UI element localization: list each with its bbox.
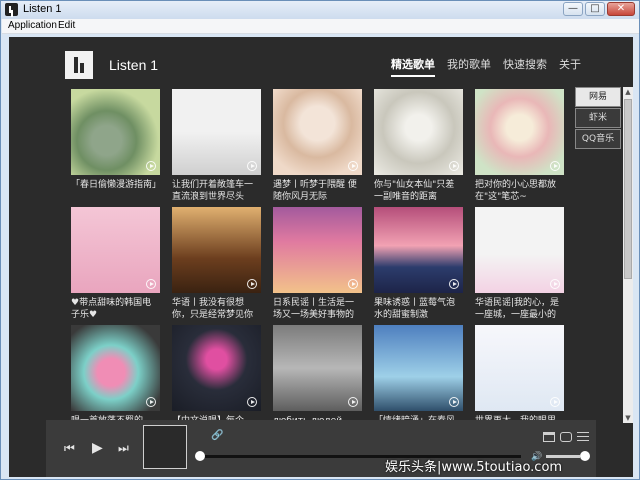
progress-knob[interactable] [195,451,205,461]
source-netease[interactable]: 网易 [575,87,621,107]
loop-icon[interactable] [560,432,572,442]
menu-bar: Application Edit [2,19,639,34]
playlist-icon[interactable] [577,432,589,442]
play-icon[interactable] [247,397,257,407]
play-icon[interactable] [146,161,156,171]
play-icon[interactable] [550,279,560,289]
app-title: Listen 1 [109,57,159,73]
tab-about[interactable]: 关于 [559,56,581,72]
app-header: Listen 1 精选歌单 我的歌单 快速搜索 关于 [9,37,633,87]
title-bar[interactable]: Listen 1 — □ ✕ [1,1,639,19]
playlist-card[interactable]: 果味诱惑丨蓝莓气泡水的甜蜜制激 [374,207,463,321]
scrollbar[interactable]: ▲ ▼ [623,87,633,423]
playlist-card[interactable]: любить людей [273,325,362,423]
app-window: Listen 1 — □ ✕ Application Edit Listen 1… [0,0,640,480]
window-controls: — □ ✕ [563,2,635,16]
source-selector: 网易 虾米 QQ音乐 [575,87,621,150]
play-icon[interactable] [449,279,459,289]
next-icon[interactable]: ⏭ [118,442,129,454]
play-icon[interactable] [348,161,358,171]
playlist-card[interactable]: 【中文说唱】每个 [172,325,261,423]
playlist-cover[interactable] [71,89,160,175]
watermark-text: 娱乐头条|www.5toutiao.com [385,460,563,475]
window-title: Listen 1 [23,3,62,15]
folder-icon[interactable] [543,432,555,442]
maximize-button[interactable]: □ [585,2,605,16]
tab-featured-playlists[interactable]: 精选歌单 [391,56,435,77]
play-icon[interactable] [146,279,156,289]
play-icon[interactable] [449,397,459,407]
playlist-card[interactable]: 华语民谣|我的心，是一座城，一座最小的城 [475,207,564,321]
playlist-cover[interactable] [273,325,362,411]
play-icon[interactable] [247,279,257,289]
source-qq-music[interactable]: QQ音乐 [575,129,621,149]
playlist-cover[interactable] [273,207,362,293]
playlist-cover[interactable] [172,89,261,175]
playlist-title[interactable]: 你与"仙女本仙"只差一副唯音的距离 [374,179,463,203]
playlist-cover[interactable] [374,325,463,411]
playlist-card[interactable]: 「情绪暗涌」在春风里 [374,325,463,423]
playlist-title[interactable]: 日系民谣丨生活是一场又一场美好事物的邂逅 [273,297,362,321]
play-icon[interactable] [449,161,459,171]
tab-my-playlists[interactable]: 我的歌单 [447,56,491,72]
playlist-title[interactable]: ♥带点甜味的韩国电子乐♥ [71,297,160,321]
playlist-title[interactable]: 「春日偷懒漫游指南」 [71,179,160,203]
minimize-button[interactable]: — [563,2,583,16]
playlist-cover[interactable] [475,207,564,293]
play-icon[interactable] [348,397,358,407]
app-content: Listen 1 精选歌单 我的歌单 快速搜索 关于 网易 虾米 QQ音乐 ▲ … [9,37,633,477]
playlist-card[interactable]: 遇梦丨听梦于隈醒 便随你风月无际 [273,89,362,203]
now-playing-cover[interactable] [143,425,187,469]
close-button[interactable]: ✕ [607,2,635,16]
link-icon[interactable]: 🔗 [211,430,223,441]
playlist-title[interactable]: 让我们开着敞篷车一直流浪到世界尽头 [172,179,261,203]
playlist-card[interactable]: 唱一首放荡不羁的歌， [71,325,160,423]
playlist-card[interactable]: 日系民谣丨生活是一场又一场美好事物的邂逅 [273,207,362,321]
playlist-title[interactable]: 华语丨我没有很想你，只是经常梦见你 [172,297,261,321]
scroll-up-arrow-icon[interactable]: ▲ [623,87,633,97]
playlist-title[interactable]: 把对你的小心思都放在"这"笔芯~ [475,179,564,203]
playlist-title[interactable]: 华语民谣|我的心，是一座城，一座最小的城 [475,297,564,321]
playlist-card[interactable]: 把对你的小心思都放在"这"笔芯~ [475,89,564,203]
play-icon[interactable]: ▶ [92,441,103,455]
playlist-cover[interactable] [172,207,261,293]
scroll-thumb[interactable] [624,99,632,279]
previous-icon[interactable]: ⏮ [64,442,75,454]
scroll-down-arrow-icon[interactable]: ▼ [623,413,633,423]
playlist-cover[interactable] [71,325,160,411]
play-icon[interactable] [247,161,257,171]
play-icon[interactable] [550,161,560,171]
play-icon[interactable] [348,279,358,289]
playlist-cover[interactable] [273,89,362,175]
playlist-cover[interactable] [374,207,463,293]
playlist-cover[interactable] [172,325,261,411]
playlist-title[interactable]: 遇梦丨听梦于隈醒 便随你风月无际 [273,179,362,203]
tab-quick-search[interactable]: 快速搜索 [503,56,547,72]
playlist-card[interactable]: 华语丨我没有很想你，只是经常梦见你 [172,207,261,321]
menu-application[interactable]: Application [8,20,57,31]
play-icon[interactable] [146,397,156,407]
playlist-cover[interactable] [71,207,160,293]
volume-knob[interactable] [580,451,590,461]
menu-edit[interactable]: Edit [58,20,75,31]
playlist-card[interactable]: 「春日偷懒漫游指南」 [71,89,160,203]
playlist-card[interactable]: 让我们开着敞篷车一直流浪到世界尽头 [172,89,261,203]
playlist-card[interactable]: ♥带点甜味的韩国电子乐♥ [71,207,160,321]
playlist-grid: 「春日偷懒漫游指南」 让我们开着敞篷车一直流浪到世界尽头 遇梦丨听梦于隈醒 便随… [71,89,571,423]
playlist-cover[interactable] [475,325,564,411]
play-icon[interactable] [550,397,560,407]
app-logo [65,51,93,79]
playlist-title[interactable]: 果味诱惑丨蓝莓气泡水的甜蜜制激 [374,297,463,321]
playlist-card[interactable]: 你与"仙女本仙"只差一副唯音的距离 [374,89,463,203]
playlist-cover[interactable] [475,89,564,175]
app-icon [5,3,18,16]
source-xiami[interactable]: 虾米 [575,108,621,128]
playlist-cover[interactable] [374,89,463,175]
playlist-card[interactable]: 世界再大，我的眼里只 [475,325,564,423]
